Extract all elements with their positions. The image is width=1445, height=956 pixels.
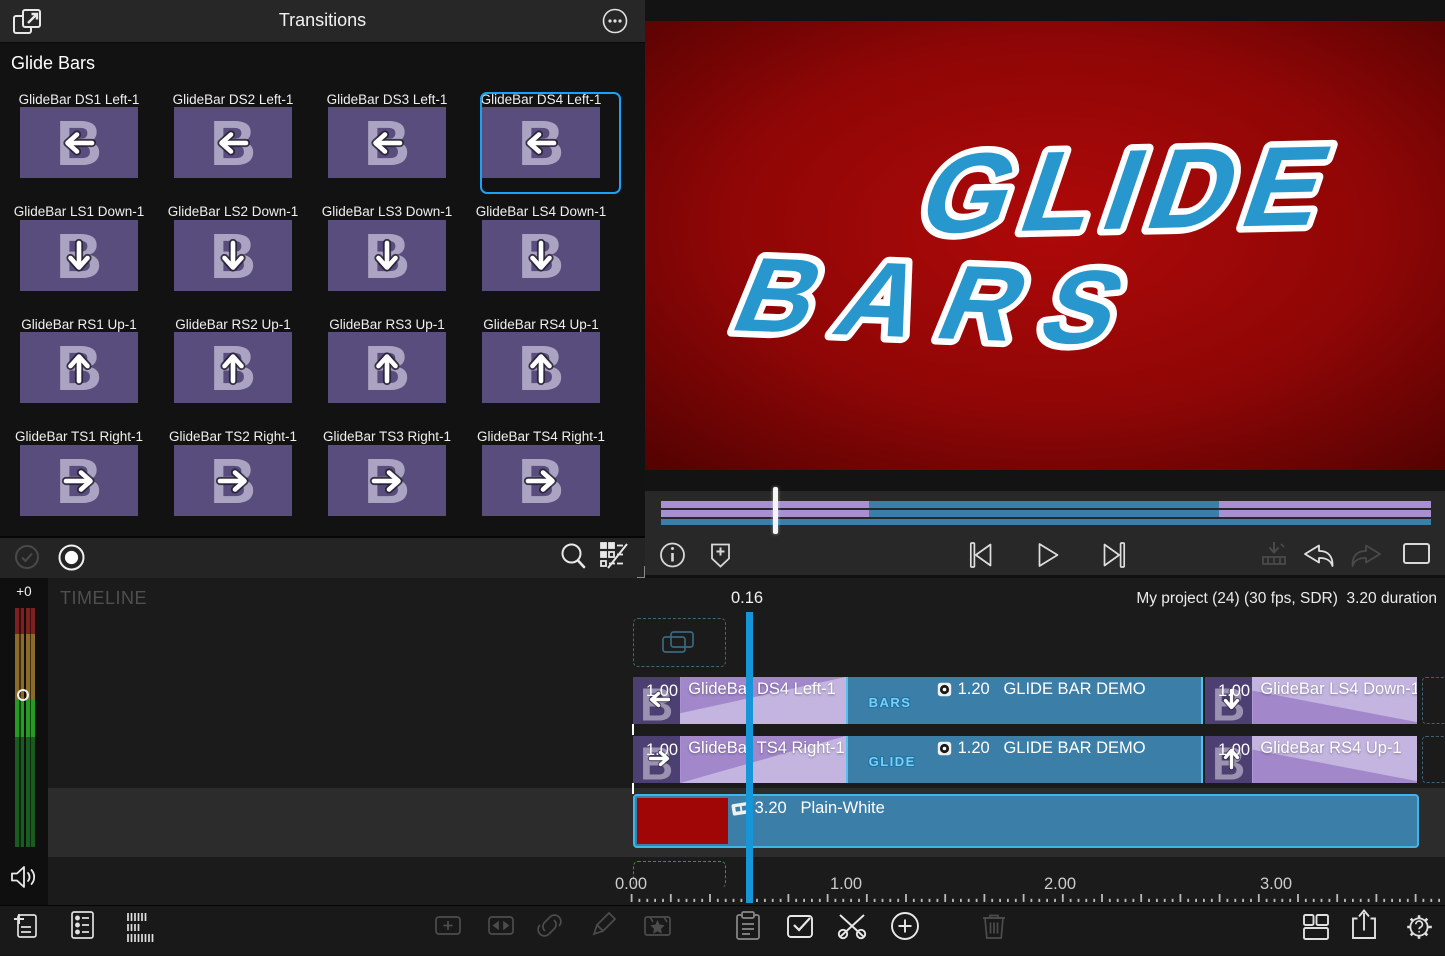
svg-text:1.00: 1.00 bbox=[646, 741, 678, 759]
svg-text:1.00: 1.00 bbox=[1218, 741, 1250, 759]
svg-text:1.00: 1.00 bbox=[1218, 682, 1250, 700]
svg-text:1.00: 1.00 bbox=[646, 682, 678, 700]
